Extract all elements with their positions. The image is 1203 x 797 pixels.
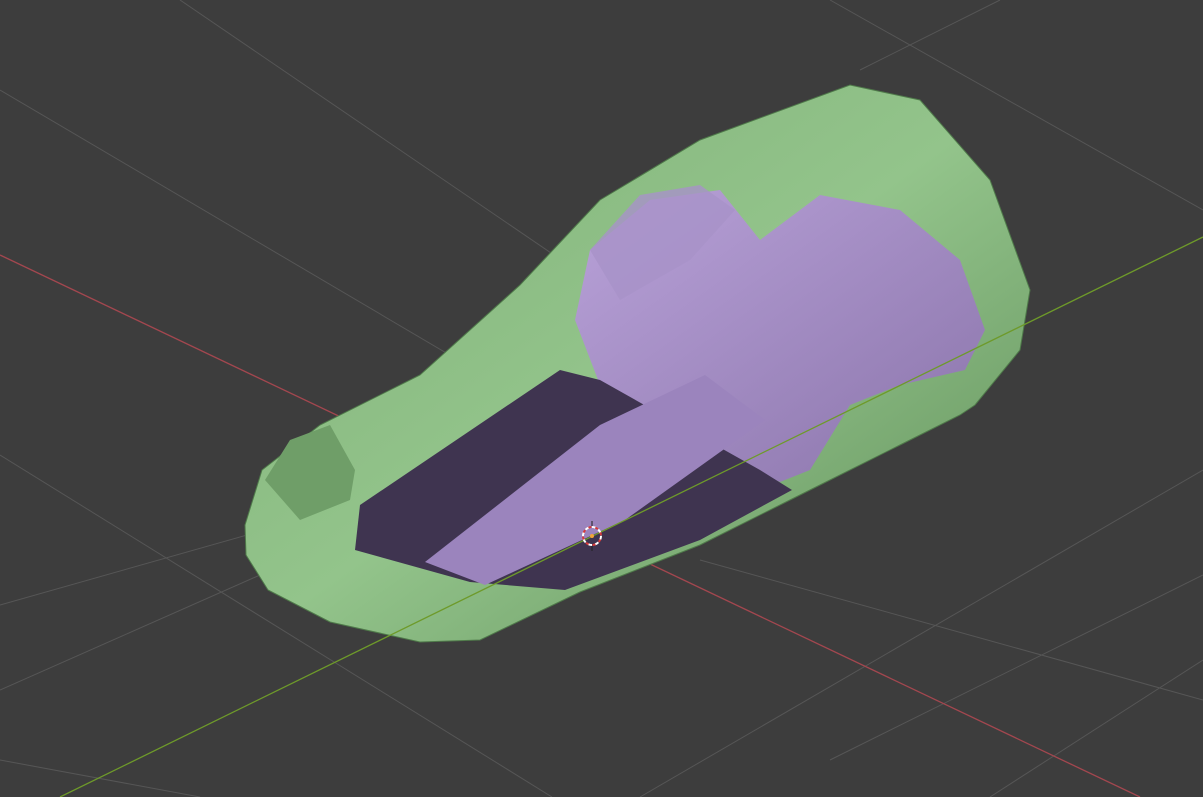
viewport-canvas[interactable]	[0, 0, 1203, 797]
3d-viewport[interactable]	[0, 0, 1203, 797]
car-model[interactable]	[244, 84, 1031, 643]
